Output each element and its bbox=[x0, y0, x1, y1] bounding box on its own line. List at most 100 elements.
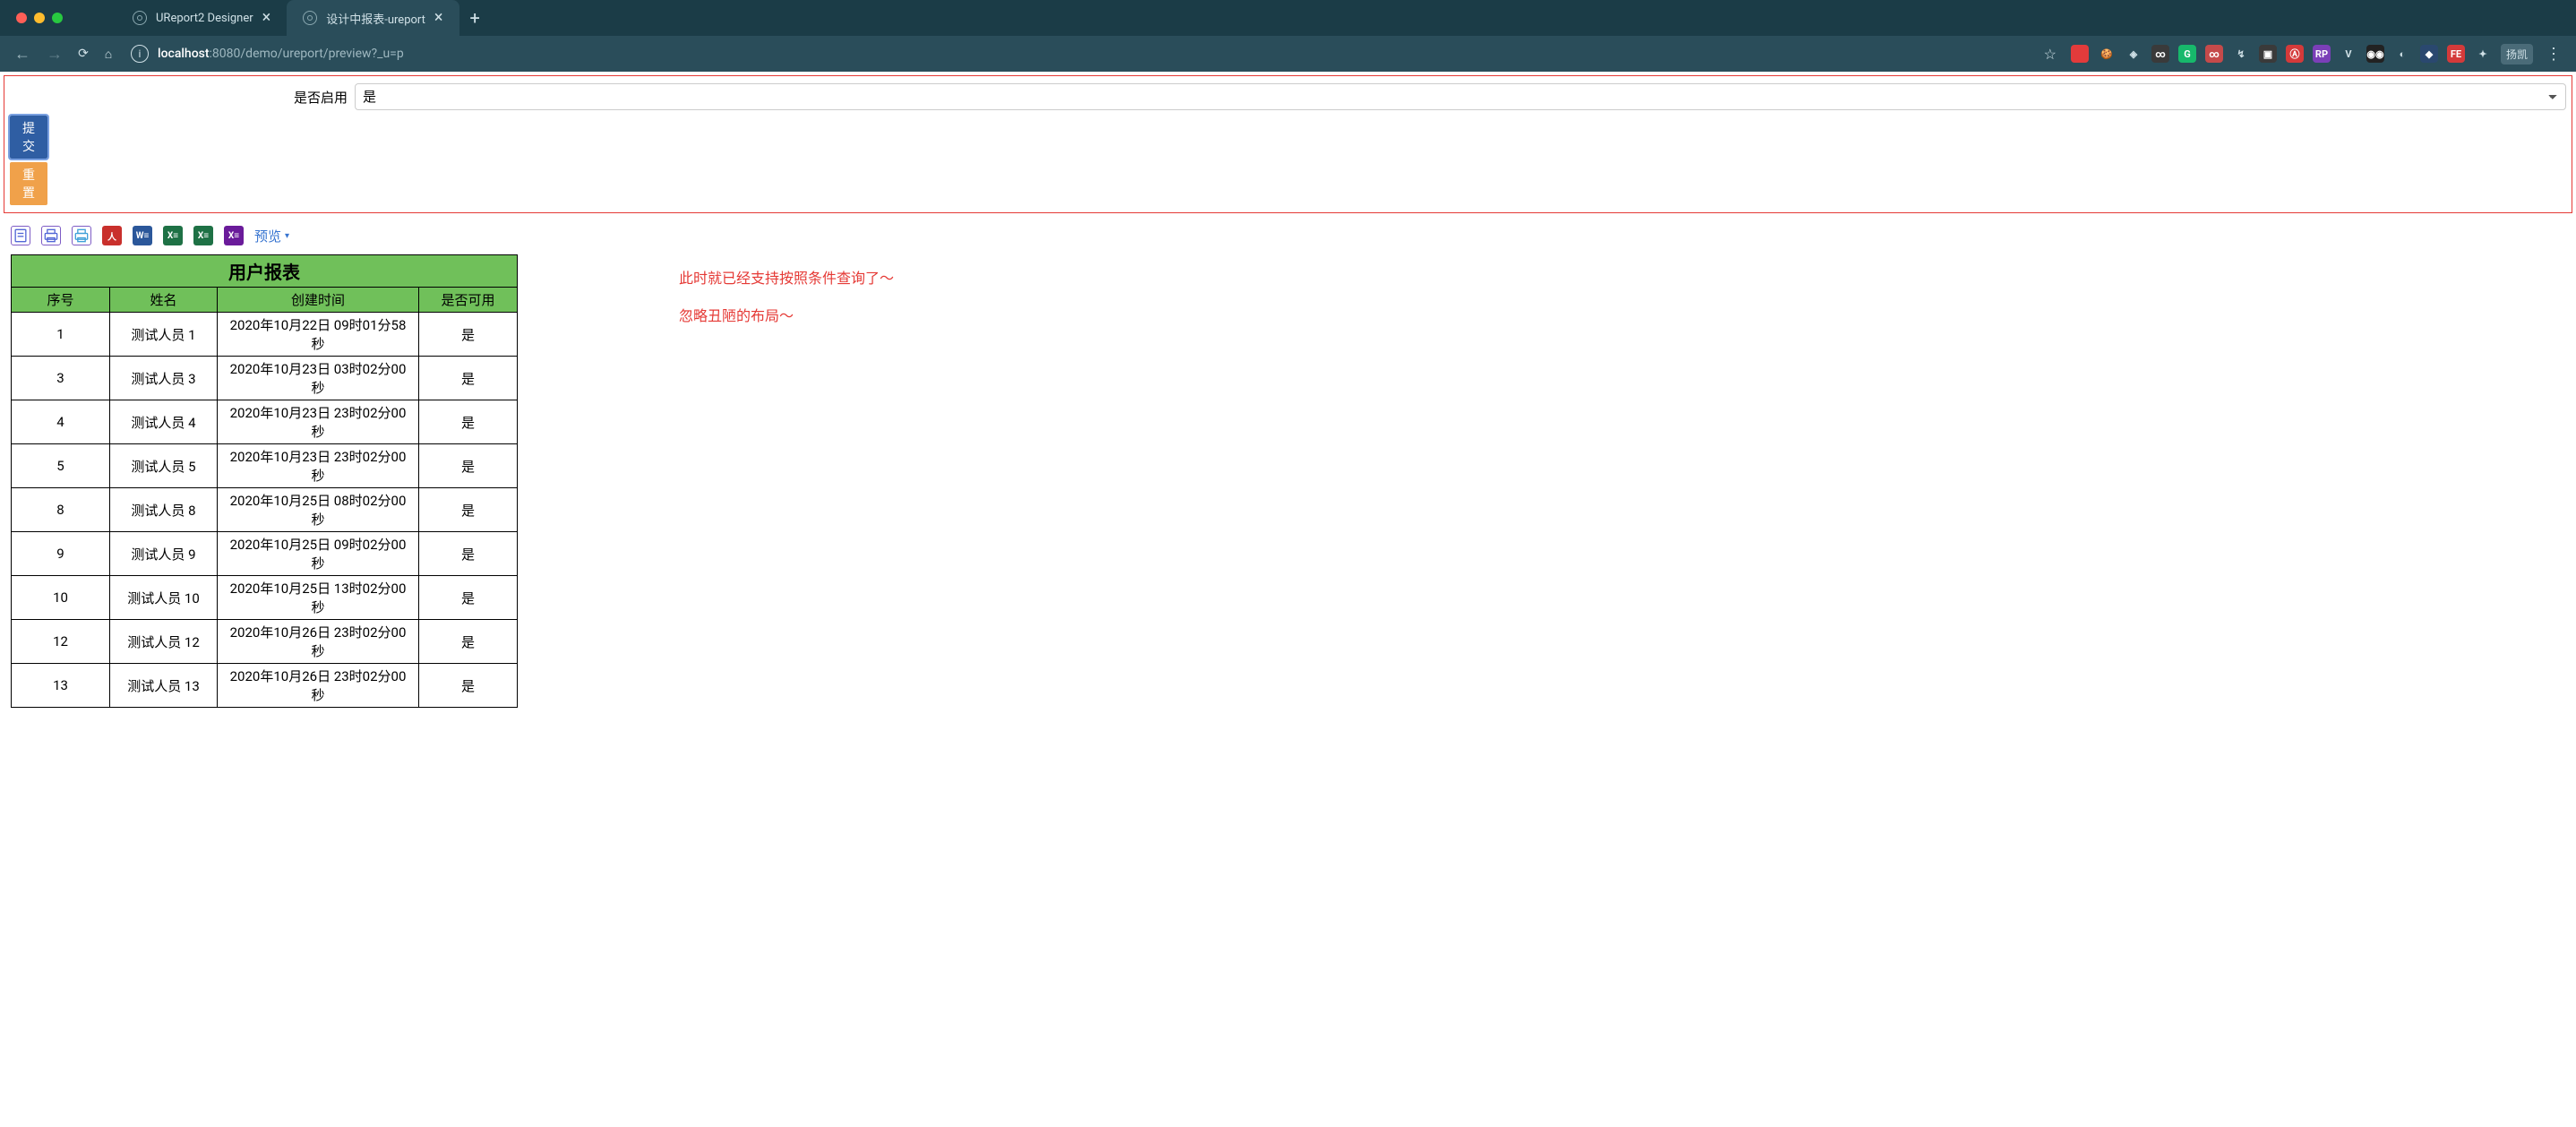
caret-down-icon: ▾ bbox=[285, 231, 289, 241]
extension-icon[interactable]: ✦ bbox=[2474, 45, 2492, 63]
cell-enabled: 是 bbox=[419, 488, 518, 532]
profile-badge[interactable]: 扬凯 bbox=[2501, 44, 2533, 65]
column-header: 姓名 bbox=[110, 288, 218, 313]
cell-name: 测试人员 13 bbox=[110, 664, 218, 708]
table-row: 1测试人员 12020年10月22日 09时01分58秒是 bbox=[12, 313, 518, 357]
extension-icon[interactable]: ▣ bbox=[2259, 45, 2277, 63]
address-bar[interactable]: localhost:8080/demo/ureport/preview?_u=p bbox=[158, 47, 2035, 61]
nav-forward-icon[interactable]: → bbox=[43, 41, 66, 67]
cell-time: 2020年10月23日 23时02分00秒 bbox=[218, 400, 419, 444]
browser-tab[interactable]: UReport2 Designer × bbox=[116, 0, 287, 36]
cell-seq: 12 bbox=[12, 620, 110, 664]
extension-icon[interactable]: ∞ bbox=[2151, 45, 2169, 63]
extension-icon[interactable]: V bbox=[2340, 45, 2357, 63]
close-icon[interactable]: × bbox=[434, 10, 443, 26]
pdf-icon[interactable]: 人 bbox=[102, 226, 122, 245]
cell-seq: 9 bbox=[12, 532, 110, 576]
cell-enabled: 是 bbox=[419, 532, 518, 576]
extension-icon[interactable]: RP bbox=[2313, 45, 2331, 63]
extension-icon[interactable]: 🍪 bbox=[2098, 45, 2116, 63]
cell-seq: 13 bbox=[12, 664, 110, 708]
excel-icon[interactable]: X≡ bbox=[163, 226, 183, 245]
word-icon[interactable]: W≡ bbox=[133, 226, 152, 245]
page-content: 是否启用 是 提交 重置 人 W≡ X≡ X≡ X≡ 预览 ▾ bbox=[0, 75, 2576, 708]
browser-toolbar: ← → ⟳ ⌂ i localhost:8080/demo/ureport/pr… bbox=[0, 36, 2576, 72]
cell-name: 测试人员 10 bbox=[110, 576, 218, 620]
extension-icon[interactable]: Ⓐ bbox=[2286, 45, 2304, 63]
column-header: 是否可用 bbox=[419, 288, 518, 313]
cell-seq: 5 bbox=[12, 444, 110, 488]
form-row-enabled: 是否启用 是 bbox=[10, 83, 2566, 110]
reset-button[interactable]: 重置 bbox=[10, 162, 47, 205]
cell-seq: 8 bbox=[12, 488, 110, 532]
annotation-line-1: 此时就已经支持按照条件查询了～ bbox=[679, 260, 894, 297]
extension-icon[interactable] bbox=[2071, 45, 2089, 63]
cell-time: 2020年10月25日 09时02分00秒 bbox=[218, 532, 419, 576]
url-path: /demo/ureport/preview?_u=p bbox=[240, 47, 403, 61]
cell-seq: 1 bbox=[12, 313, 110, 357]
tab-title: UReport2 Designer bbox=[156, 12, 253, 25]
submit-button[interactable]: 提交 bbox=[10, 116, 47, 159]
cell-time: 2020年10月25日 08时02分00秒 bbox=[218, 488, 419, 532]
annotations: 此时就已经支持按照条件查询了～ 忽略丑陋的布局～ bbox=[679, 254, 894, 334]
browser-tab[interactable]: 设计中报表-ureport × bbox=[287, 0, 459, 36]
window-controls bbox=[16, 13, 63, 23]
preview-label: 预览 bbox=[254, 227, 281, 245]
site-info-icon[interactable]: i bbox=[131, 45, 149, 63]
cell-enabled: 是 bbox=[419, 444, 518, 488]
extension-icon[interactable]: ◐ bbox=[2393, 45, 2411, 63]
reload-icon[interactable]: ⟳ bbox=[75, 46, 91, 62]
enabled-select[interactable]: 是 bbox=[355, 83, 2566, 110]
print-inline-icon[interactable] bbox=[11, 226, 30, 245]
print-alt-icon[interactable] bbox=[72, 226, 91, 245]
extension-icon[interactable]: ↯ bbox=[2232, 45, 2250, 63]
main-row: 用户报表 序号姓名创建时间是否可用 1测试人员 12020年10月22日 09时… bbox=[0, 254, 2576, 708]
preview-dropdown[interactable]: 预览 ▾ bbox=[254, 227, 289, 245]
excel-page-icon[interactable]: X≡ bbox=[193, 226, 213, 245]
table-row: 10测试人员 102020年10月25日 13时02分00秒是 bbox=[12, 576, 518, 620]
browser-menu-icon[interactable]: ⋮ bbox=[2542, 45, 2565, 64]
window-maximize[interactable] bbox=[52, 13, 63, 23]
export-toolbar: 人 W≡ X≡ X≡ X≡ 预览 ▾ bbox=[0, 222, 2576, 254]
url-port: :8080 bbox=[210, 47, 241, 61]
print-icon[interactable] bbox=[41, 226, 61, 245]
window-minimize[interactable] bbox=[34, 13, 45, 23]
extension-icon[interactable]: G bbox=[2178, 45, 2196, 63]
query-form: 是否启用 是 提交 重置 bbox=[4, 75, 2572, 213]
cell-seq: 4 bbox=[12, 400, 110, 444]
nav-back-icon[interactable]: ← bbox=[11, 41, 34, 67]
cell-time: 2020年10月26日 23时02分00秒 bbox=[218, 620, 419, 664]
report-title: 用户报表 bbox=[12, 255, 518, 288]
extensions-tray: 🍪 ◈ ∞ G ∞ ↯ ▣ Ⓐ RP V ◉◉ ◐ ◆ FE ✦ bbox=[2071, 45, 2492, 63]
extension-icon[interactable]: FE bbox=[2447, 45, 2465, 63]
cell-time: 2020年10月26日 23时02分00秒 bbox=[218, 664, 419, 708]
extension-icon[interactable]: ◉◉ bbox=[2366, 45, 2384, 63]
report-table: 用户报表 序号姓名创建时间是否可用 1测试人员 12020年10月22日 09时… bbox=[11, 254, 518, 708]
cell-name: 测试人员 9 bbox=[110, 532, 218, 576]
new-tab-button[interactable]: + bbox=[459, 7, 491, 29]
extension-icon[interactable]: ◈ bbox=[2125, 45, 2142, 63]
home-icon[interactable]: ⌂ bbox=[100, 46, 116, 62]
table-row: 8测试人员 82020年10月25日 08时02分00秒是 bbox=[12, 488, 518, 532]
cell-seq: 10 bbox=[12, 576, 110, 620]
cell-time: 2020年10月22日 09时01分58秒 bbox=[218, 313, 419, 357]
excel-sheet-icon[interactable]: X≡ bbox=[224, 226, 244, 245]
bookmark-star-icon[interactable]: ☆ bbox=[2044, 46, 2057, 63]
table-row: 5测试人员 52020年10月23日 23时02分00秒是 bbox=[12, 444, 518, 488]
cell-enabled: 是 bbox=[419, 400, 518, 444]
tab-title: 设计中报表-ureport bbox=[326, 10, 425, 27]
cell-seq: 3 bbox=[12, 357, 110, 400]
cell-time: 2020年10月23日 23时02分00秒 bbox=[218, 444, 419, 488]
annotation-line-2: 忽略丑陋的布局～ bbox=[679, 297, 894, 335]
cell-enabled: 是 bbox=[419, 313, 518, 357]
table-row: 12测试人员 122020年10月26日 23时02分00秒是 bbox=[12, 620, 518, 664]
globe-icon bbox=[303, 11, 317, 25]
cell-time: 2020年10月23日 03时02分00秒 bbox=[218, 357, 419, 400]
extension-icon[interactable]: ∞ bbox=[2205, 45, 2223, 63]
close-icon[interactable]: × bbox=[262, 10, 271, 26]
window-close[interactable] bbox=[16, 13, 27, 23]
cell-enabled: 是 bbox=[419, 664, 518, 708]
extension-icon[interactable]: ◆ bbox=[2420, 45, 2438, 63]
browser-titlebar: UReport2 Designer × 设计中报表-ureport × + bbox=[0, 0, 2576, 36]
cell-enabled: 是 bbox=[419, 357, 518, 400]
